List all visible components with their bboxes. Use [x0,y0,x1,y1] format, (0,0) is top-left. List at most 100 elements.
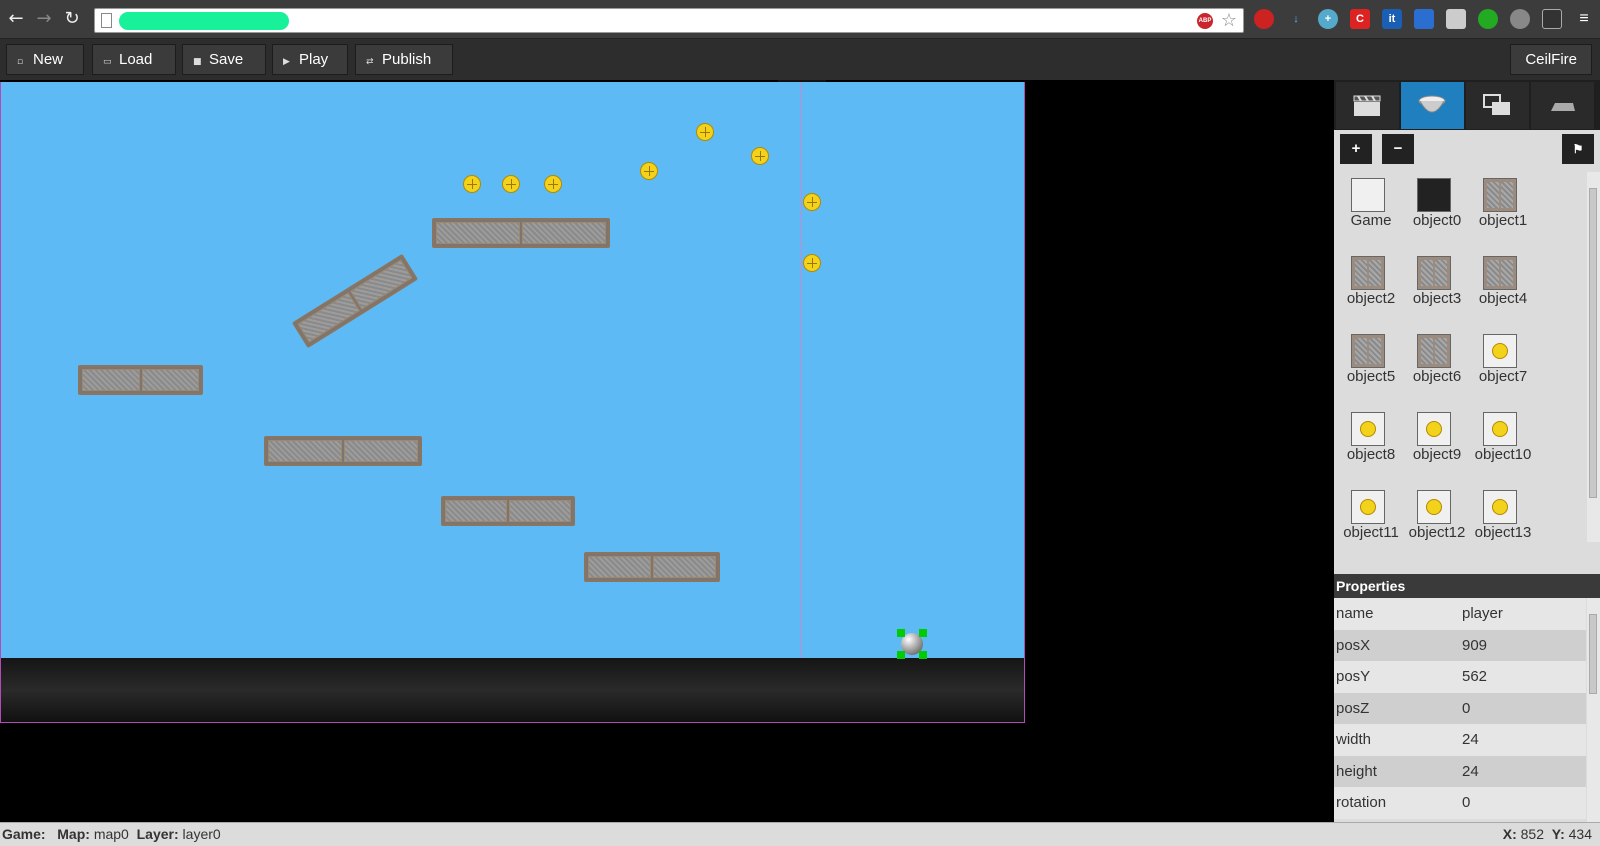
extension-grid-icon[interactable] [1414,9,1434,29]
tab-scenes[interactable] [1336,82,1399,129]
extension-it-icon[interactable]: it [1382,9,1402,29]
tab-objects[interactable] [1401,82,1464,129]
coin[interactable] [544,175,562,193]
coin-icon [1360,499,1376,515]
publish-button[interactable]: ⇄ Publish [355,44,453,75]
property-row[interactable]: rotation 0 [1334,787,1586,819]
adblock-icon[interactable]: ABP [1197,13,1213,29]
object-label: object10 [1474,446,1532,463]
reload-icon[interactable]: ↻ [62,9,82,29]
property-key: width [1336,731,1372,748]
tab-tiles[interactable] [1531,82,1594,129]
object-item[interactable]: object1 [1468,176,1534,242]
object-grid: Game object0 object1 object2 object3 object4 o… [1334,172,1584,542]
object-item[interactable]: object2 [1336,254,1402,320]
right-panel: + − ⚑ Game object0 object1 object2 object3 ob… [1334,80,1600,822]
property-value[interactable]: player [1462,605,1503,622]
user-button[interactable]: CeilFire [1510,44,1592,75]
object-label: object8 [1346,446,1396,463]
object-item[interactable]: object10 [1468,410,1534,476]
coin-icon [1360,421,1376,437]
coin[interactable] [803,254,821,272]
object-item[interactable]: object4 [1468,254,1534,320]
property-row[interactable]: height 24 [1334,755,1586,787]
view-boundary-line [801,82,802,658]
property-value[interactable]: 0 [1462,794,1470,811]
coin[interactable] [803,193,821,211]
tab-layers[interactable] [1466,82,1529,129]
extension-c-icon[interactable]: C [1350,9,1370,29]
object-item[interactable]: object9 [1402,410,1468,476]
property-value[interactable]: 24 [1462,763,1479,780]
forward-arrow-icon[interactable]: → [34,9,54,29]
platform[interactable] [264,436,422,466]
object-item[interactable]: object0 [1402,176,1468,242]
resize-handle[interactable] [897,629,905,637]
coin[interactable] [696,123,714,141]
property-value[interactable]: 24 [1462,731,1479,748]
resize-handle[interactable] [919,651,927,659]
player-object-selected[interactable] [897,629,927,659]
object-thumbnail [1483,412,1517,446]
object-item[interactable]: object3 [1402,254,1468,320]
extension-pocket-icon[interactable] [1510,9,1530,29]
object-label: object0 [1412,212,1462,229]
coin[interactable] [640,162,658,180]
property-row[interactable]: width 24 [1334,724,1586,756]
object-thumbnail [1351,256,1385,290]
extension-download-icon[interactable]: ↓ [1286,9,1306,29]
game-label: Game: [2,826,46,842]
extension-plus-icon[interactable]: + [1318,9,1338,29]
menu-icon[interactable]: ≡ [1574,9,1594,29]
platform[interactable] [584,552,720,582]
object-item[interactable]: Game [1336,176,1402,242]
remove-object-button[interactable]: − [1382,134,1414,164]
object-item[interactable]: object12 [1402,488,1468,542]
bookmark-star-icon[interactable]: ☆ [1221,10,1237,31]
object-item[interactable]: object6 [1402,332,1468,398]
flag-button[interactable]: ⚑ [1562,134,1594,164]
property-value[interactable]: 0 [1462,700,1470,717]
property-row[interactable]: posZ 0 [1334,692,1586,724]
property-row[interactable]: name player [1334,598,1586,630]
add-object-button[interactable]: + [1340,134,1372,164]
object-item[interactable]: object11 [1336,488,1402,542]
property-row[interactable]: posX 909 [1334,629,1586,661]
new-button[interactable]: ▫ New [6,44,84,75]
coin[interactable] [751,147,769,165]
windows-icon [1483,94,1510,115]
property-key: name [1336,605,1374,622]
platform[interactable] [78,365,203,395]
coin-icon [1492,421,1508,437]
properties-scrollbar[interactable] [1587,598,1600,822]
ground[interactable] [0,658,1025,723]
save-icon: ■ [193,57,202,67]
coin[interactable] [463,175,481,193]
extension-mask-icon[interactable] [1542,9,1562,29]
scrollbar-thumb[interactable] [1589,614,1597,694]
property-row[interactable]: posY 562 [1334,661,1586,693]
coin[interactable] [502,175,520,193]
map-canvas[interactable] [0,80,1330,822]
resize-handle[interactable] [897,651,905,659]
y-value: 434 [1568,826,1592,842]
object-item[interactable]: object5 [1336,332,1402,398]
resize-handle[interactable] [919,629,927,637]
property-value[interactable]: 909 [1462,637,1487,654]
object-item[interactable]: object8 [1336,410,1402,476]
platform[interactable] [432,218,610,248]
save-button[interactable]: ■ Save [182,44,266,75]
property-value[interactable]: 562 [1462,668,1487,685]
scrollbar-thumb[interactable] [1589,188,1597,498]
extension-window-icon[interactable] [1446,9,1466,29]
back-arrow-icon[interactable]: ← [6,9,26,29]
platform[interactable] [441,496,575,526]
object-item[interactable]: object13 [1468,488,1534,542]
object-item[interactable]: object7 [1468,332,1534,398]
extension-shield-icon[interactable] [1478,9,1498,29]
play-button[interactable]: ▶ Play [272,44,348,75]
extension-face-icon[interactable] [1254,9,1274,29]
load-button[interactable]: ▭ Load [92,44,176,75]
address-bar[interactable]: ABP ☆ [94,8,1244,33]
object-grid-scrollbar[interactable] [1587,172,1600,542]
